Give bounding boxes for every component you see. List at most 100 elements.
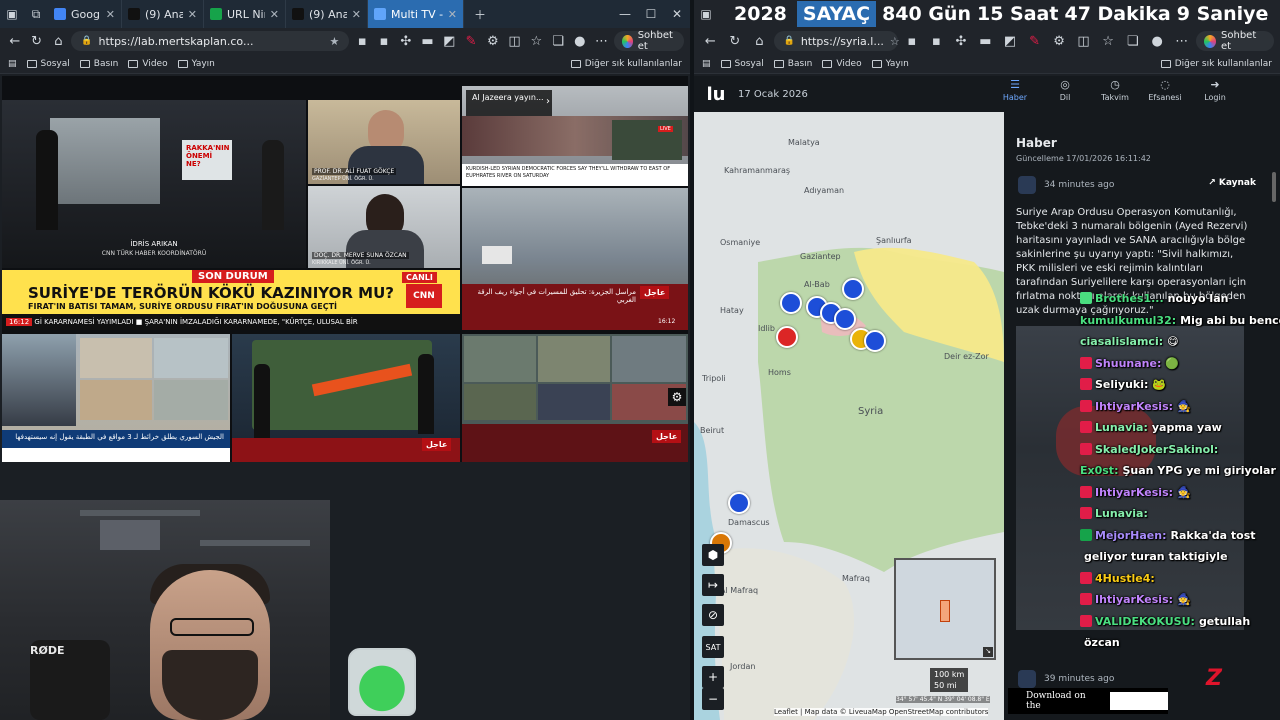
tab-2[interactable]: URL Ninja (26) ✕ (204, 0, 286, 28)
bookmark-folder-yayin[interactable]: Yayın (871, 59, 909, 69)
bookmark-toggle-icon[interactable]: ▤ (8, 59, 17, 69)
site-nav-3[interactable]: ◌ Efsanesi (1140, 78, 1190, 102)
extension-icon-4[interactable]: ▬ (975, 34, 996, 49)
close-tab-icon[interactable]: ✕ (270, 8, 279, 21)
zoom-in-button[interactable]: + (702, 666, 724, 688)
close-tab-icon[interactable]: ✕ (448, 8, 457, 21)
site-nav-1[interactable]: ◎ Dil (1040, 78, 1090, 102)
event-marker[interactable] (842, 278, 864, 300)
tab-0[interactable]: Google Gemini ✕ (48, 0, 122, 28)
address-bar[interactable]: 🔒 https://syria.l... ☆ (773, 31, 900, 51)
measure-icon[interactable]: ↦ (702, 574, 724, 596)
site-nav-2[interactable]: ◷ Takvim (1090, 78, 1140, 102)
minimize-icon[interactable]: — (612, 7, 638, 21)
extension-icon-1[interactable]: ▪ (353, 34, 371, 49)
home-icon[interactable]: ⌂ (749, 34, 770, 49)
app-store-badge[interactable] (1110, 692, 1168, 710)
guest1-video[interactable]: PROF. DR. ALİ FUAT GÖKÇE GAZİANTEP ÜNİ. … (308, 100, 460, 184)
site-nav-0[interactable]: ☰ Haber (990, 78, 1040, 102)
extension-icon-5[interactable]: ◩ (440, 34, 458, 49)
field-report-video[interactable]: الجيش السوري يطلق خرائط لـ 3 مواقع في ال… (2, 334, 230, 462)
extension-icon-3[interactable]: ✣ (951, 34, 972, 49)
extension-icon-1[interactable]: ▪ (902, 34, 923, 49)
reload-icon[interactable]: ↻ (28, 34, 46, 49)
favorites-icon[interactable]: ☆ (527, 34, 545, 49)
minimap-toggle-icon[interactable]: ↘ (983, 647, 993, 657)
satellite-toggle[interactable]: SAT (702, 636, 724, 658)
split-screen-icon[interactable]: ◫ (1073, 34, 1094, 49)
minimap[interactable]: ↘ (894, 558, 996, 660)
close-window-icon[interactable]: ✕ (664, 7, 690, 21)
extension-icon-2[interactable]: ▪ (375, 34, 393, 49)
extension-icon-4[interactable]: ▬ (419, 34, 437, 49)
extension-icon-3[interactable]: ✣ (397, 34, 415, 49)
sohbet-button[interactable]: Sohbet et (614, 30, 685, 52)
back-icon[interactable]: ← (700, 34, 721, 49)
bookmark-folder-video[interactable]: Video (128, 59, 168, 69)
home-icon[interactable]: ⌂ (50, 34, 68, 49)
hide-icon[interactable]: ⊘ (702, 604, 724, 626)
more-menu-icon[interactable]: ⋯ (1171, 34, 1192, 49)
tab-4[interactable]: Multi TV - 6 ✕ (368, 0, 464, 28)
bookmark-folder-other[interactable]: Diğer sık kullanılanlar (570, 59, 682, 69)
zoom-out-button[interactable]: − (702, 688, 724, 710)
maximize-icon[interactable]: ☐ (638, 7, 664, 21)
extension-icon-5[interactable]: ◩ (1000, 34, 1021, 49)
bookmark-folder-yayin[interactable]: Yayın (177, 59, 215, 69)
bookmark-folder-other[interactable]: Diğer sık kullanılanlar (1160, 59, 1272, 69)
favorite-star-icon[interactable]: ★ (330, 35, 340, 48)
reload-icon[interactable]: ↻ (725, 34, 746, 49)
bookmark-toggle-icon[interactable]: ▤ (702, 59, 711, 69)
news-maps-video[interactable]: ⚙ عاجل (462, 334, 688, 462)
favorites-icon[interactable]: ☆ (1098, 34, 1119, 49)
scrollbar-thumb[interactable] (1272, 172, 1276, 202)
map-studio-video[interactable]: عاجل (232, 334, 460, 462)
new-tab-icon[interactable]: ＋ (468, 6, 492, 23)
close-tab-icon[interactable]: ✕ (188, 8, 197, 21)
chevron-right-icon[interactable]: › (546, 96, 550, 107)
map-view[interactable]: Malatya Kahramanmaraş Adıyaman Osmaniye … (694, 112, 1004, 720)
bookmark-folder-basin[interactable]: Basın (79, 59, 118, 69)
extensions-icon[interactable]: ⚙ (484, 34, 502, 49)
address-bar[interactable]: 🔒 https://lab.mertskaplan.co... ★ (71, 31, 350, 51)
split-screen-icon[interactable]: ◫ (506, 34, 524, 49)
more-menu-icon[interactable]: ⋯ (593, 34, 611, 49)
close-tab-icon[interactable]: ✕ (106, 8, 115, 21)
liveuamap-logo[interactable]: lu (694, 84, 738, 105)
cnn-studio-video[interactable]: RAKKA'NIN ÖNEMİ NE? İDRİS ARIKAN CNN TÜR… (2, 100, 306, 268)
bookmark-folder-sosyal[interactable]: Sosyal (26, 59, 70, 69)
bookmark-folder-basin[interactable]: Basın (773, 59, 812, 69)
site-nav-4[interactable]: ➜ Login (1190, 78, 1240, 102)
event-marker[interactable] (864, 330, 886, 352)
event-marker-hostile[interactable] (776, 326, 798, 348)
favorite-star-icon[interactable]: ☆ (890, 35, 900, 48)
guest2-video[interactable]: DOÇ. DR. MERVE SUNA ÖZCAN KIRIKKALE ÜNİ.… (308, 186, 460, 268)
profile-menu-icon[interactable]: ▣ (0, 7, 24, 21)
sohbet-button[interactable]: Sohbet et (1195, 30, 1275, 52)
extension-icon-2[interactable]: ▪ (926, 34, 947, 49)
bookmark-folder-sosyal[interactable]: Sosyal (720, 59, 764, 69)
bookmark-folder-video[interactable]: Video (822, 59, 862, 69)
kaynak-link[interactable]: ↗ Kaynak (1208, 178, 1256, 188)
aljazeera-arabic-video[interactable]: مراسل الجزيرة: تحليق للمسيرات في أجواء ر… (462, 188, 688, 330)
collections-icon[interactable]: ❏ (1122, 34, 1143, 49)
collections-icon[interactable]: ❏ (549, 34, 567, 49)
extension-icon-6[interactable]: ✎ (1024, 34, 1045, 49)
draw-tool-icon[interactable]: ⬢ (702, 544, 724, 566)
profile-menu-icon[interactable]: ▣ (694, 7, 718, 21)
event-marker[interactable] (728, 492, 750, 514)
event-marker[interactable] (780, 292, 802, 314)
workspaces-icon[interactable]: ⧉ (24, 7, 48, 22)
tab-1[interactable]: (9) Anasayfa / X ✕ (122, 0, 204, 28)
settings-gear-icon[interactable]: ⚙ (668, 388, 686, 406)
profile-avatar[interactable]: ● (571, 34, 589, 49)
close-tab-icon[interactable]: ✕ (352, 8, 361, 21)
event-marker[interactable] (834, 308, 856, 330)
extension-icon-6[interactable]: ✎ (462, 34, 480, 49)
profile-avatar[interactable]: ● (1147, 34, 1168, 49)
download-banner[interactable]: Download on the (1008, 688, 1168, 714)
back-icon[interactable]: ← (6, 34, 24, 49)
tab-3[interactable]: (9) Anasayfa / X ✕ (286, 0, 368, 28)
extensions-icon[interactable]: ⚙ (1049, 34, 1070, 49)
aljazeera-english-video[interactable]: Al Jazeera yayın... › LIVE KURDISH-LED S… (462, 86, 688, 186)
